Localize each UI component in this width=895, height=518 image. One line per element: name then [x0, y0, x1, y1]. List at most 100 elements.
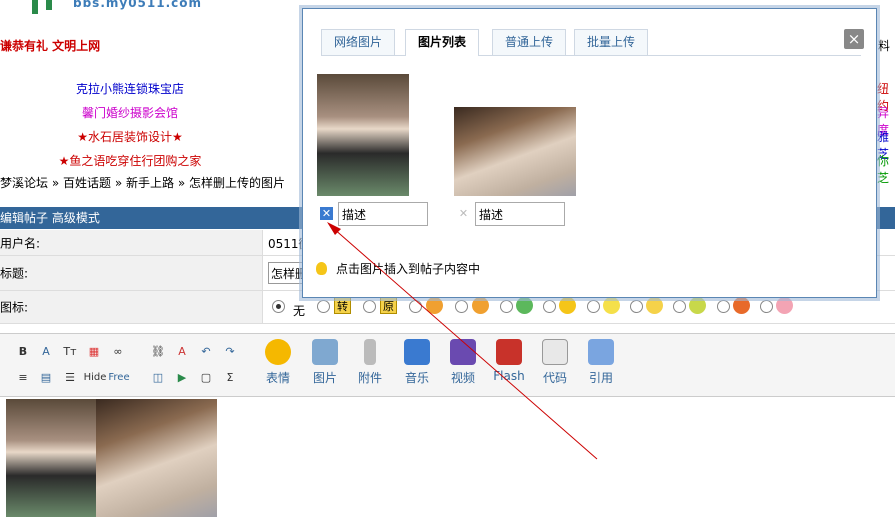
tab-batch-upload[interactable]: 批量上传 — [574, 29, 649, 55]
question-icon — [646, 297, 663, 314]
cool-icon — [559, 297, 576, 314]
pig-icon — [776, 297, 793, 314]
breadcrumb-sep: » — [114, 176, 123, 190]
music-icon — [404, 339, 430, 365]
video-button[interactable]: 视频 — [443, 339, 483, 386]
list-icon[interactable]: ☰ — [62, 370, 78, 386]
icon-radio[interactable] — [500, 300, 513, 313]
icon-none-label: 无 — [293, 304, 306, 318]
ad-link-text[interactable]: ★鱼之语吃穿住行团购之家 — [59, 154, 202, 168]
icon-radio[interactable] — [363, 300, 376, 313]
icon-radio[interactable] — [543, 300, 556, 313]
table-icon[interactable]: ▤ — [38, 370, 54, 386]
font-color-icon[interactable]: A — [38, 344, 54, 360]
editor-toolbar: B A Tт ▦ ∞ ⛓ A ↶ ↷ ≡ ▤ ☰ Hide Free ◫ ▶ ▢… — [0, 333, 895, 397]
thumbs-up-icon — [426, 297, 443, 314]
media-icon[interactable]: ▶ — [174, 370, 190, 386]
image-description-input[interactable]: 描述 — [338, 202, 428, 226]
insert-tip: 点击图片插入到帖子内容中 — [336, 262, 481, 276]
paperclip-icon — [364, 339, 376, 365]
content-image-dog[interactable] — [96, 399, 217, 517]
lightbulb-icon — [316, 262, 327, 275]
emoticon-button[interactable]: 表情 — [258, 339, 298, 386]
breadcrumb-item[interactable]: 怎样删上传的图片 — [189, 176, 285, 190]
code-icon — [542, 339, 568, 365]
redo-icon[interactable]: ↷ — [222, 344, 238, 360]
attachment-button[interactable]: 附件 — [350, 339, 390, 386]
icon-radio-none[interactable] — [272, 300, 285, 313]
icon-radio[interactable] — [717, 300, 730, 313]
edit-post-title: 编辑帖子 高级模式 — [0, 211, 100, 225]
close-button[interactable]: × — [844, 29, 864, 49]
right-ad[interactable]: 你芝 — [877, 152, 895, 186]
upload-image-person[interactable] — [317, 74, 409, 196]
hide-icon[interactable]: Hide — [82, 370, 108, 386]
grin-icon — [516, 297, 533, 314]
ad-link[interactable]: ★水石居装饰设计★ — [10, 128, 250, 145]
title-label: 标题: — [0, 266, 29, 281]
breadcrumb-item[interactable]: 新手上路 — [126, 176, 174, 190]
image-button[interactable]: 图片 — [305, 339, 345, 386]
icon-radio[interactable] — [317, 300, 330, 313]
font-size-icon[interactable]: Tт — [62, 344, 78, 360]
icon-radio[interactable] — [673, 300, 686, 313]
sad-icon — [689, 297, 706, 314]
icon-radio[interactable] — [455, 300, 468, 313]
tab-image-list[interactable]: 图片列表 — [405, 29, 480, 56]
site-logo-text[interactable]: bbs.my0511.com — [73, 0, 202, 10]
ad-link[interactable]: 克拉小熊连锁珠宝店 — [10, 80, 250, 97]
video-icon — [450, 339, 476, 365]
free-icon[interactable]: Free — [108, 370, 130, 386]
breadcrumb-item[interactable]: 百姓话题 — [63, 176, 111, 190]
link-icon[interactable]: ∞ — [110, 344, 126, 360]
slogan: 谦恭有礼 文明上网 — [0, 39, 101, 53]
thumbs-down-icon — [472, 297, 489, 314]
delete-image-icon[interactable]: ✕ — [320, 207, 333, 220]
zhuan-icon: 转 — [334, 297, 351, 314]
ad-link-text[interactable]: ★水石居装饰设计★ — [77, 130, 183, 144]
image-description-input[interactable]: 描述 — [475, 202, 565, 226]
tab-normal-upload[interactable]: 普通上传 — [492, 29, 567, 55]
align-icon[interactable]: ≡ — [15, 370, 31, 386]
header-right-text: 料 — [878, 39, 891, 53]
icon-radio[interactable] — [760, 300, 773, 313]
breadcrumb-item[interactable]: 梦溪论坛 — [0, 176, 48, 190]
icon-radio[interactable] — [409, 300, 422, 313]
bold-icon[interactable]: B — [15, 344, 31, 360]
breadcrumb-sep: » — [51, 176, 60, 190]
music-button[interactable]: 音乐 — [397, 339, 437, 386]
icon-label: 图标: — [0, 300, 29, 315]
quote-icon — [588, 339, 614, 365]
undo-icon[interactable]: ↶ — [198, 344, 214, 360]
flash-insert-icon[interactable]: ◫ — [150, 370, 166, 386]
image-dialog: 网络图片 图片列表 普通上传 批量上传 × ✕ 描述 ✕ 描述 点击图片插入到帖… — [302, 8, 877, 298]
upload-image-dog[interactable] — [454, 107, 576, 196]
dialog-tabs: 网络图片 图片列表 普通上传 批量上传 — [321, 29, 861, 56]
breadcrumb: 梦溪论坛 » 百姓话题 » 新手上路 » 怎样删上传的图片 — [0, 174, 285, 191]
smiley-icon — [265, 339, 291, 365]
yuan-icon: 原 — [380, 297, 397, 314]
unlink-icon[interactable]: ⛓ — [150, 344, 166, 360]
flash-button[interactable]: Flash — [489, 339, 529, 383]
username-label: 用户名: — [0, 236, 41, 250]
laugh-icon — [733, 297, 750, 314]
icon-radio[interactable] — [630, 300, 643, 313]
quote-button[interactable]: 引用 — [581, 339, 621, 386]
remove-format-icon[interactable]: A — [174, 344, 190, 360]
icon-radio[interactable] — [587, 300, 600, 313]
lightbulb-icon — [603, 297, 620, 314]
ad-link-text[interactable]: 馨门婚纱摄影会馆 — [82, 106, 178, 120]
color-grid-icon[interactable]: ▦ — [86, 344, 102, 360]
delete-image-icon[interactable]: ✕ — [457, 207, 470, 220]
tab-web-image[interactable]: 网络图片 — [321, 29, 396, 55]
content-image-person[interactable] — [6, 399, 96, 517]
logo[interactable] — [0, 0, 70, 14]
ad-link[interactable]: ★鱼之语吃穿住行团购之家 — [10, 152, 250, 169]
ad-link[interactable]: 馨门婚纱摄影会馆 — [10, 104, 250, 121]
page-icon[interactable]: ▢ — [198, 370, 214, 386]
flash-icon — [496, 339, 522, 365]
sum-icon[interactable]: Σ — [222, 370, 238, 386]
ad-link-text[interactable]: 克拉小熊连锁珠宝店 — [76, 82, 184, 96]
code-button[interactable]: 代码 — [535, 339, 575, 386]
breadcrumb-sep: » — [177, 176, 186, 190]
